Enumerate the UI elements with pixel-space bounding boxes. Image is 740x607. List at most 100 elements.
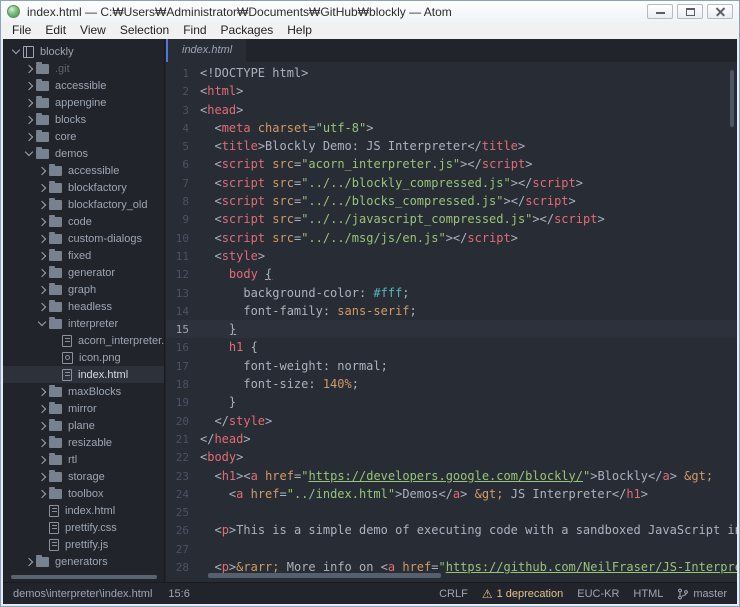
chevron-right-icon[interactable]: [37, 251, 47, 261]
menu-help[interactable]: Help: [280, 22, 319, 39]
deprecation-indicator[interactable]: ⚠ 1 deprecation: [482, 587, 563, 601]
chevron-down-icon[interactable]: [11, 47, 21, 57]
chevron-right-icon[interactable]: [24, 557, 34, 567]
code-line-3[interactable]: 3<head>: [166, 101, 737, 119]
tree-item-custom-dialogs[interactable]: custom-dialogs: [3, 230, 164, 247]
tree-item-storage[interactable]: storage: [3, 468, 164, 485]
chevron-right-icon[interactable]: [24, 81, 34, 91]
tab-index-html[interactable]: index.html: [168, 39, 246, 62]
chevron-right-icon[interactable]: [37, 404, 47, 414]
chevron-right-icon[interactable]: [24, 64, 34, 74]
menu-view[interactable]: View: [73, 22, 113, 39]
tree-item-acorn_interpreter.js[interactable]: acorn_interpreter.js: [3, 332, 164, 349]
tree-item-blocks[interactable]: blocks: [3, 111, 164, 128]
chevron-right-icon[interactable]: [37, 285, 47, 295]
code-line-7[interactable]: 7 <script src="../../blockly_compressed.…: [166, 174, 737, 192]
chevron-right-icon[interactable]: [37, 183, 47, 193]
tree-item-plane[interactable]: plane: [3, 417, 164, 434]
code-line-19[interactable]: 19 }: [166, 393, 737, 411]
tree-item-mirror[interactable]: mirror: [3, 400, 164, 417]
tree-item-icon.png[interactable]: icon.png: [3, 349, 164, 366]
chevron-right-icon[interactable]: [24, 98, 34, 108]
code-line-4[interactable]: 4 <meta charset="utf-8">: [166, 119, 737, 137]
code-line-13[interactable]: 13 background-color: #fff;: [166, 284, 737, 302]
code-line-9[interactable]: 9 <script src="../../javascript_compress…: [166, 210, 737, 228]
status-file-path[interactable]: demos\interpreter\index.html: [13, 588, 152, 600]
menu-packages[interactable]: Packages: [214, 22, 281, 39]
tree-item-demos[interactable]: demos: [3, 145, 164, 162]
code-line-5[interactable]: 5 <title>Blockly Demo: JS Interpreter</t…: [166, 137, 737, 155]
chevron-right-icon[interactable]: [37, 438, 47, 448]
status-grammar[interactable]: HTML: [633, 588, 663, 600]
chevron-down-icon[interactable]: [37, 319, 47, 329]
tree-item-prettify.css[interactable]: prettify.css: [3, 519, 164, 536]
chevron-right-icon[interactable]: [37, 421, 47, 431]
chevron-right-icon[interactable]: [37, 302, 47, 312]
tree-item-code[interactable]: code: [3, 213, 164, 230]
chevron-right-icon[interactable]: [37, 200, 47, 210]
chevron-right-icon[interactable]: [37, 472, 47, 482]
menu-edit[interactable]: Edit: [38, 22, 73, 39]
tree-horizontal-scrollbar[interactable]: [11, 575, 157, 579]
code-line-8[interactable]: 8 <script src="../../blocks_compressed.j…: [166, 192, 737, 210]
menu-selection[interactable]: Selection: [113, 22, 176, 39]
editor-horizontal-scrollbar[interactable]: [208, 573, 441, 578]
status-cursor-position[interactable]: 15:6: [168, 588, 189, 600]
tree-item-resizable[interactable]: resizable: [3, 434, 164, 451]
tree-item-headless[interactable]: headless: [3, 298, 164, 315]
code-line-2[interactable]: 2<html>: [166, 82, 737, 100]
menu-file[interactable]: File: [5, 22, 38, 39]
code-line-10[interactable]: 10 <script src="../../msg/js/en.js"></sc…: [166, 229, 737, 247]
git-branch-indicator[interactable]: master: [677, 588, 727, 600]
code-line-27[interactable]: 27: [166, 540, 737, 558]
chevron-right-icon[interactable]: [37, 387, 47, 397]
tree-item-.git[interactable]: .git: [3, 60, 164, 77]
chevron-right-icon[interactable]: [37, 217, 47, 227]
chevron-right-icon[interactable]: [37, 166, 47, 176]
chevron-right-icon[interactable]: [24, 115, 34, 125]
status-line-ending[interactable]: CRLF: [439, 588, 468, 600]
code-line-21[interactable]: 21</head>: [166, 430, 737, 448]
code-line-25[interactable]: 25: [166, 503, 737, 521]
close-button[interactable]: [707, 4, 733, 19]
tree-item-blockly[interactable]: blockly: [3, 43, 164, 60]
editor-vertical-scrollbar[interactable]: [730, 70, 734, 127]
tree-item-rtl[interactable]: rtl: [3, 451, 164, 468]
tree-item-blockfactory_old[interactable]: blockfactory_old: [3, 196, 164, 213]
code-line-6[interactable]: 6 <script src="acorn_interpreter.js"></s…: [166, 155, 737, 173]
tree-item-fixed[interactable]: fixed: [3, 247, 164, 264]
code-line-26[interactable]: 26 <p>This is a simple demo of executing…: [166, 521, 737, 539]
chevron-right-icon[interactable]: [37, 234, 47, 244]
tree-item-prettify.js[interactable]: prettify.js: [3, 536, 164, 553]
tree-item-accessible[interactable]: accessible: [3, 162, 164, 179]
tree-item-interpreter[interactable]: interpreter: [3, 315, 164, 332]
tree-item-generators[interactable]: generators: [3, 553, 164, 570]
menu-find[interactable]: Find: [176, 22, 213, 39]
code-line-23[interactable]: 23 <h1><a href="https://developers.googl…: [166, 467, 737, 485]
tree-item-generator[interactable]: generator: [3, 264, 164, 281]
tree-item-index.html[interactable]: index.html: [3, 366, 164, 383]
chevron-right-icon[interactable]: [37, 489, 47, 499]
code-line-16[interactable]: 16 h1 {: [166, 338, 737, 356]
tree-item-index.html[interactable]: index.html: [3, 502, 164, 519]
status-encoding[interactable]: EUC-KR: [577, 588, 619, 600]
tree-item-blockfactory[interactable]: blockfactory: [3, 179, 164, 196]
chevron-right-icon[interactable]: [37, 268, 47, 278]
tree-item-appengine[interactable]: appengine: [3, 94, 164, 111]
code-line-12[interactable]: 12 body {: [166, 265, 737, 283]
code-line-15[interactable]: 15 }: [166, 320, 737, 338]
chevron-down-icon[interactable]: [24, 149, 34, 159]
code-line-20[interactable]: 20 </style>: [166, 412, 737, 430]
chevron-right-icon[interactable]: [24, 132, 34, 142]
tree-item-maxBlocks[interactable]: maxBlocks: [3, 383, 164, 400]
code-line-18[interactable]: 18 font-size: 140%;: [166, 375, 737, 393]
code-editor[interactable]: 1<!DOCTYPE html>2<html>3<head>4 <meta ch…: [166, 62, 737, 582]
chevron-right-icon[interactable]: [37, 455, 47, 465]
code-line-22[interactable]: 22<body>: [166, 448, 737, 466]
code-line-24[interactable]: 24 <a href="../index.html">Demos</a> &gt…: [166, 485, 737, 503]
tree-item-core[interactable]: core: [3, 128, 164, 145]
minimize-button[interactable]: [647, 4, 673, 19]
code-line-1[interactable]: 1<!DOCTYPE html>: [166, 64, 737, 82]
code-line-11[interactable]: 11 <style>: [166, 247, 737, 265]
tree-item-graph[interactable]: graph: [3, 281, 164, 298]
